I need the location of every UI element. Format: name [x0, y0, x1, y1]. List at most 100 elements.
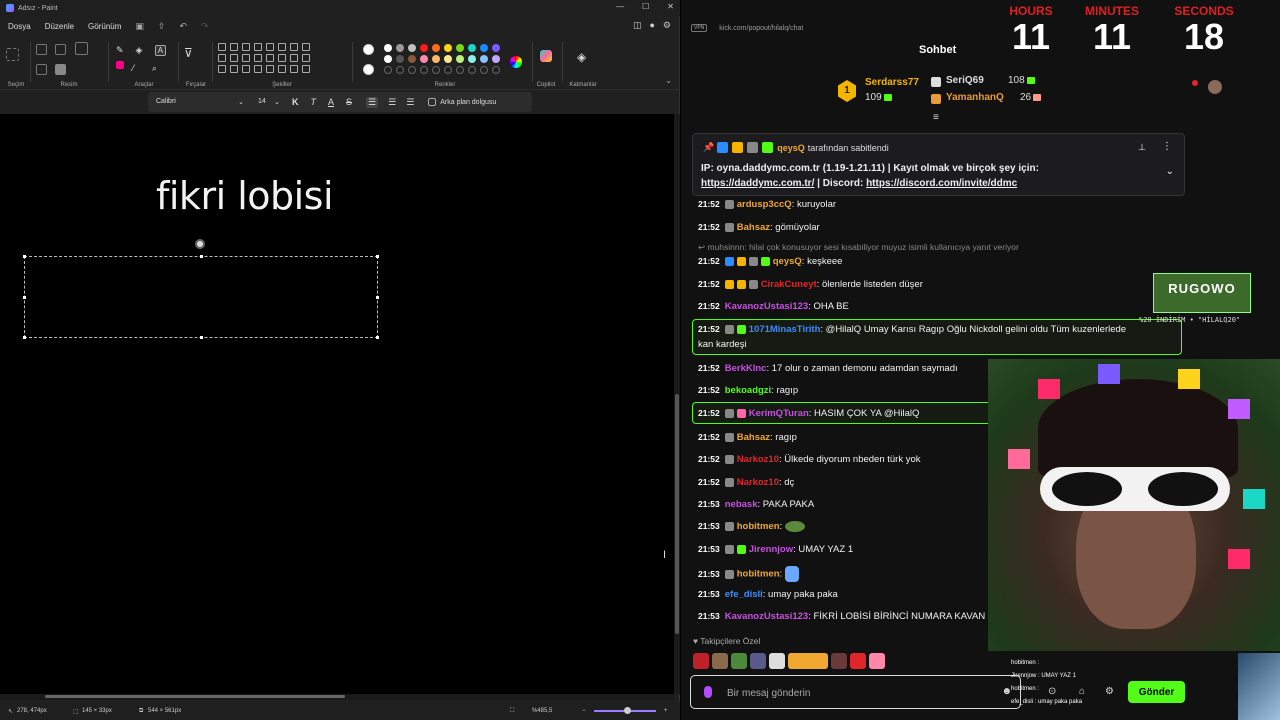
text-box-selection[interactable] [23, 255, 379, 339]
italic-button[interactable]: T [311, 97, 317, 107]
align-right-icon[interactable]: ☰ [406, 97, 414, 108]
avatar[interactable] [1208, 80, 1222, 94]
send-button[interactable]: Gönder [1128, 681, 1185, 703]
chat-username[interactable]: hobitmen [737, 569, 780, 580]
emote-icon[interactable] [831, 653, 847, 669]
underline-button[interactable]: A [328, 97, 334, 107]
feedback-icon[interactable]: ◫ [633, 20, 642, 31]
undo-icon[interactable]: ↶ [179, 21, 187, 32]
font-size-select[interactable]: 14 ⌄ [258, 98, 280, 106]
emote-icon[interactable] [693, 653, 709, 669]
chat-username[interactable]: KerimQTuran [749, 408, 809, 419]
rotate-handle[interactable] [195, 239, 205, 249]
chat-username[interactable]: efe_disli [725, 589, 763, 600]
url-text[interactable]: kick.com/popout/hilalq/chat [719, 25, 803, 32]
save-icon[interactable]: ▣ [135, 21, 144, 32]
background-fill-checkbox[interactable] [428, 98, 437, 106]
menu-view[interactable]: Görünüm [88, 22, 121, 31]
minimize-button[interactable]: — [616, 2, 624, 11]
chat-username[interactable]: KavanozUstasi123 [725, 611, 808, 622]
unpin-icon[interactable]: ⊥ [1138, 142, 1146, 153]
brush-icon[interactable]: ⊽ [184, 46, 195, 60]
color-palette[interactable] [384, 44, 501, 74]
account-icon[interactable]: ● [649, 20, 654, 31]
menu-file[interactable]: Dosya [8, 22, 31, 31]
share-icon[interactable]: ⇪ [158, 21, 166, 32]
crop-icon[interactable] [36, 44, 47, 55]
image-select-icon[interactable] [74, 42, 88, 55]
edit-colors-icon[interactable] [510, 56, 522, 68]
layers-icon[interactable]: ◈ [577, 50, 586, 64]
filter-icon[interactable]: ≡ [933, 112, 939, 123]
font-family-select[interactable]: Calibri ⌄ [156, 98, 244, 106]
emote-icon[interactable] [869, 653, 885, 669]
expand-chevron-icon[interactable]: ⌄ [1166, 166, 1174, 177]
horizontal-scrollbar[interactable] [0, 694, 674, 700]
leader-name[interactable]: SeriQ69 [946, 75, 984, 86]
chat-username[interactable]: Jirennjow [749, 544, 793, 555]
vertical-scrollbar[interactable] [674, 114, 680, 694]
background-fill-toggle[interactable]: Arka plan dolgusu [428, 98, 496, 106]
chat-username[interactable]: hobitmen [737, 521, 780, 532]
close-button[interactable]: ✕ [667, 2, 674, 11]
emote-icon[interactable] [850, 653, 866, 669]
emote-icon[interactable] [731, 653, 747, 669]
zoom-level[interactable]: %485,5 [532, 708, 552, 714]
zoom-slider[interactable] [594, 707, 656, 714]
settings-icon[interactable]: ⚙ [1105, 686, 1114, 697]
redo-icon[interactable]: ↷ [201, 21, 209, 32]
copilot-icon[interactable] [540, 50, 552, 62]
leader-name[interactable]: Serdarss77 [865, 77, 919, 88]
magnifier-icon[interactable]: ⌕ [152, 63, 163, 74]
strikethrough-button[interactable]: S [346, 97, 352, 107]
resize-icon[interactable] [55, 44, 67, 55]
chat-username[interactable]: BerkKlnc [725, 363, 767, 374]
emote-icon[interactable] [750, 653, 766, 669]
chat-username[interactable]: nebask [725, 499, 758, 510]
pinned-by-user[interactable]: qeysQ [777, 143, 805, 153]
select-rect-icon[interactable] [6, 48, 19, 61]
pencil-icon[interactable]: ✎ [116, 45, 127, 56]
more-options-icon[interactable]: ⋮ [1162, 141, 1172, 152]
chat-username[interactable]: 1071MinasTirith [749, 324, 821, 335]
pinned-link-site[interactable]: https://daddymc.com.tr/ [701, 178, 814, 189]
chat-username[interactable]: CirakCuneyt [761, 279, 817, 290]
vpn-badge[interactable]: VPN [691, 24, 708, 32]
zoom-in-icon[interactable]: + [664, 708, 668, 714]
maximize-button[interactable]: ☐ [642, 2, 649, 11]
chat-username[interactable]: Bahsaz [737, 222, 770, 233]
chat-username[interactable]: Narkoz10 [737, 477, 779, 488]
fill-icon[interactable]: ◈ [135, 45, 146, 56]
microphone-icon[interactable] [704, 686, 712, 698]
emote-icon[interactable] [712, 653, 728, 669]
emote-icon[interactable] [788, 653, 828, 669]
chat-username[interactable]: bekoadgzi [725, 385, 771, 396]
pinned-link-discord[interactable]: https://discord.com/invite/ddmc [866, 178, 1017, 189]
text-tool-icon[interactable]: A [154, 45, 166, 56]
drawing-canvas[interactable]: fikri lobisi [0, 114, 674, 694]
menu-edit[interactable]: Düzenle [45, 22, 74, 31]
chat-username[interactable]: ardusp3ccQ [737, 199, 792, 210]
bold-button[interactable]: K [292, 97, 299, 107]
shapes-gallery[interactable] [218, 43, 346, 73]
color-picker-icon[interactable]: ⁄ [132, 63, 143, 74]
primary-color-swatch[interactable] [363, 44, 374, 55]
rotate-icon[interactable] [36, 64, 47, 75]
chat-username[interactable]: Narkoz10 [737, 454, 779, 465]
chat-username[interactable]: qeysQ [773, 256, 802, 267]
chat-username[interactable]: KavanozUstasi123 [725, 301, 808, 312]
leader-name[interactable]: YamanhanQ [946, 92, 1004, 103]
chat-username[interactable]: Bahsaz [737, 432, 770, 443]
emote-icon[interactable] [769, 653, 785, 669]
align-left-icon[interactable]: ☰ [366, 96, 379, 108]
chat-message-input[interactable] [727, 684, 987, 702]
secondary-color-swatch[interactable] [363, 64, 374, 75]
collapse-ribbon-icon[interactable]: ⌄ [665, 76, 672, 85]
align-center-icon[interactable]: ☰ [388, 97, 396, 108]
flip-icon[interactable] [55, 64, 67, 75]
eraser-icon[interactable] [116, 61, 124, 69]
fit-window-icon[interactable]: ⛶ [510, 708, 514, 715]
settings-icon[interactable]: ⚙ [663, 20, 671, 31]
zoom-out-icon[interactable]: − [582, 708, 586, 714]
reply-context[interactable]: ↩ muhsinnn: hilal çok konusuyor sesi kıs… [698, 242, 1019, 253]
